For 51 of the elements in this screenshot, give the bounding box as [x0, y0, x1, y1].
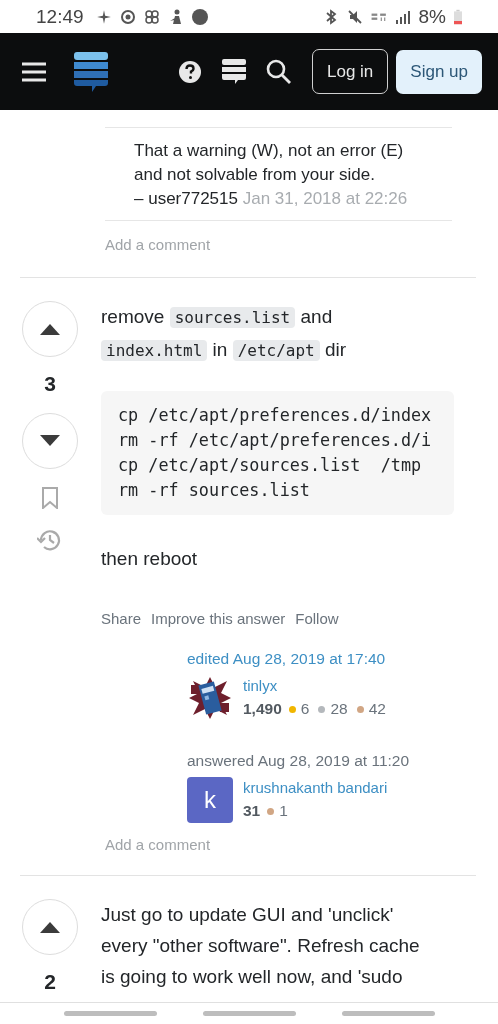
answer-text: Just go to update GUI and 'unclick' — [101, 903, 394, 927]
stack-icon[interactable] — [222, 58, 246, 85]
reputation-score: 1,490 — [243, 699, 282, 719]
downvote-button[interactable] — [22, 413, 78, 469]
answer-text: then reboot — [101, 547, 199, 571]
upvote-button[interactable] — [22, 301, 78, 357]
post-action-link[interactable]: Share — [101, 607, 142, 631]
avatar[interactable]: k — [187, 777, 233, 823]
user-name-link[interactable]: tinlyx — [243, 675, 390, 697]
clock: 12:49 — [36, 5, 84, 28]
badge-count: 1 — [279, 801, 288, 821]
code-block: cp /etc/apt/preferences.d/index rm -rf /etc/apt/preferences.d/i cp /etc/apt/sources.list /tmp rm -rf sources.list — [101, 391, 454, 515]
badge-count: 28 — [330, 699, 348, 719]
user-name-link[interactable]: krushnakanth bandari — [243, 777, 388, 799]
comment-date: Jan 31, 2018 at 22:26 — [242, 189, 408, 208]
answer-text: remove sources.list and index.html in /etc/apt dir — [101, 305, 348, 363]
comment-text: That a warning (W), not an error (E) and not solvable from your side. — [134, 140, 405, 186]
help-icon[interactable] — [178, 59, 202, 84]
badge-count: 6 — [300, 699, 310, 719]
reputation-score: 31 — [243, 801, 261, 821]
nav-handle[interactable] — [202, 1011, 296, 1016]
answer-text: is going to work well now, and 'sudo — [101, 965, 403, 989]
vote-count: 2 — [44, 970, 56, 994]
logo-icon[interactable] — [74, 51, 108, 92]
upvote-button[interactable] — [22, 899, 78, 955]
post-action-link[interactable]: Follow — [295, 607, 339, 631]
nav-handle[interactable] — [341, 1011, 435, 1016]
signup-button[interactable]: Sign up — [396, 49, 482, 94]
search-icon[interactable] — [266, 58, 292, 85]
answered-date: answered Aug 28, 2019 at 11:20 — [187, 751, 410, 771]
mute-icon — [346, 8, 363, 25]
flower-icon — [143, 8, 160, 25]
down-triangle-icon — [39, 435, 61, 447]
spiral-icon — [119, 8, 136, 25]
up-triangle-icon — [39, 323, 61, 335]
battery-level: 8% — [418, 5, 446, 28]
nav-handle[interactable] — [63, 1011, 157, 1016]
badge-count: 42 — [368, 699, 386, 719]
menu-icon[interactable] — [22, 61, 46, 82]
add-comment-link[interactable]: Add a comment — [105, 835, 211, 855]
login-button[interactable]: Log in — [312, 49, 389, 94]
comment-author[interactable]: – user772515 — [134, 189, 238, 208]
vote-count: 3 — [44, 372, 56, 396]
up-triangle-icon — [39, 921, 61, 933]
post-action-link[interactable]: Improve this answer — [151, 607, 286, 631]
app-icon — [191, 8, 208, 25]
signal-icon — [394, 8, 411, 25]
battery-icon — [454, 8, 462, 25]
add-comment-link[interactable]: Add a comment — [105, 235, 211, 255]
answer-text: every "other software". Refresh cache — [101, 934, 420, 958]
edited-link[interactable]: edited Aug 28, 2019 at 17:40 — [187, 649, 386, 669]
